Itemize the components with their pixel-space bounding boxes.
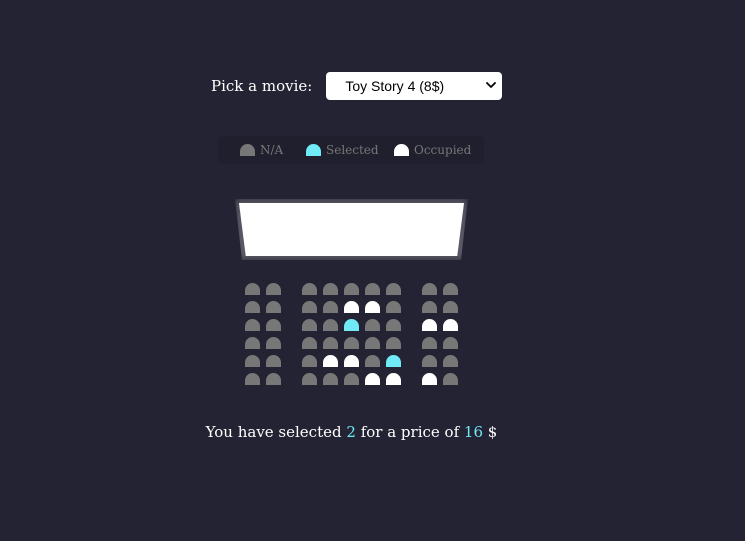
seat[interactable] [245,301,260,313]
seat[interactable] [422,355,437,367]
seat[interactable] [323,373,338,385]
seat[interactable] [443,373,458,385]
seat[interactable] [302,319,317,331]
seat[interactable] [443,283,458,295]
total-price: 16 [463,423,484,441]
seat[interactable] [386,319,401,331]
seat-grid [245,283,465,393]
legend-label-na: N/A [260,143,284,157]
seat [365,301,380,313]
seat [422,373,437,385]
seat[interactable] [266,373,281,385]
seat[interactable] [344,283,359,295]
movie-label: Pick a movie: [211,77,313,95]
seat-selected-icon [306,144,321,156]
seat[interactable] [302,301,317,313]
seat[interactable] [245,373,260,385]
seat[interactable] [245,283,260,295]
seat[interactable] [302,373,317,385]
legend-item-na: N/A [240,136,283,164]
seat[interactable] [344,319,359,331]
seat[interactable] [266,337,281,349]
seat[interactable] [266,355,281,367]
legend-label-selected: Selected [326,143,379,157]
seat[interactable] [365,319,380,331]
movie-select[interactable]: Toy Story 4 (8$) [326,72,503,100]
seat[interactable] [422,283,437,295]
seat [323,355,338,367]
currency-symbol: $ [487,423,498,441]
seat[interactable] [266,283,281,295]
selection-summary: You have selected 2 for a price of 16 $ [0,423,703,441]
seat[interactable] [386,355,401,367]
seat[interactable] [245,319,260,331]
seat [365,373,380,385]
seat [344,301,359,313]
seat-legend: N/A Selected Occupied [218,136,484,164]
cinema-screen [239,203,464,256]
seat[interactable] [365,355,380,367]
summary-prefix: You have selected [205,423,342,441]
seat[interactable] [443,337,458,349]
seat[interactable] [302,355,317,367]
seat[interactable] [245,355,260,367]
seat[interactable] [344,373,359,385]
seat[interactable] [302,337,317,349]
legend-item-occupied: Occupied [394,136,471,164]
chevron-down-icon [486,82,497,88]
seat[interactable] [443,301,458,313]
seat[interactable] [365,337,380,349]
movie-picker: Pick a movie: Toy Story 4 (8$) [211,72,503,100]
summary-middle: for a price of [360,423,460,441]
seat[interactable] [344,337,359,349]
seat[interactable] [302,283,317,295]
seat[interactable] [365,283,380,295]
seat [386,373,401,385]
seat[interactable] [323,283,338,295]
seat [443,319,458,331]
seat[interactable] [386,337,401,349]
legend-item-selected: Selected [306,136,379,164]
seat[interactable] [422,337,437,349]
legend-label-occupied: Occupied [414,143,472,157]
seat[interactable] [323,301,338,313]
seat[interactable] [245,337,260,349]
seat[interactable] [266,319,281,331]
seat[interactable] [323,337,338,349]
seat-na-icon [240,144,255,156]
seat[interactable] [443,355,458,367]
seat-occupied-icon [394,144,409,156]
movie-select-value: Toy Story 4 (8$) [345,78,445,94]
seat[interactable] [422,301,437,313]
seat [344,355,359,367]
seat [422,319,437,331]
seat[interactable] [386,301,401,313]
selected-count: 2 [346,423,356,441]
seat[interactable] [386,283,401,295]
seat[interactable] [266,301,281,313]
seat[interactable] [323,319,338,331]
